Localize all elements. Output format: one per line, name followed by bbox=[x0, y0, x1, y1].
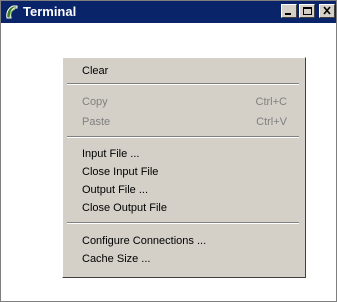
menu-item-label: Clear bbox=[82, 65, 109, 77]
terminal-window: Terminal Clear Copy Ctrl+C Paste Ctrl+V … bbox=[0, 0, 337, 302]
menu-item-label: Configure Connections ... bbox=[82, 235, 207, 247]
menu-item-label: Output File ... bbox=[82, 184, 149, 196]
menu-item-shortcut: Ctrl+C bbox=[255, 96, 287, 108]
maximize-icon bbox=[303, 7, 312, 15]
window-title: Terminal bbox=[23, 4, 77, 19]
maximize-button[interactable] bbox=[299, 4, 315, 18]
menu-item-paste[interactable]: Paste Ctrl+V bbox=[65, 113, 303, 131]
menu-item-cache-size[interactable]: Cache Size ... bbox=[65, 250, 303, 268]
menu-item-input-file[interactable]: Input File ... bbox=[65, 145, 303, 163]
menu-item-copy[interactable]: Copy Ctrl+C bbox=[65, 93, 303, 111]
menu-separator bbox=[67, 222, 299, 224]
menu-item-label: Close Output File bbox=[82, 202, 167, 214]
terminal-app-icon[interactable] bbox=[4, 4, 20, 20]
menu-item-label: Paste bbox=[82, 116, 111, 128]
menu-separator bbox=[67, 83, 299, 85]
menu-item-shortcut: Ctrl+V bbox=[256, 116, 287, 128]
close-button[interactable] bbox=[319, 4, 335, 18]
menu-item-label: Cache Size ... bbox=[82, 253, 151, 265]
menu-item-configure-connections[interactable]: Configure Connections ... bbox=[65, 232, 303, 250]
menu-item-clear[interactable]: Clear bbox=[65, 62, 303, 80]
minimize-icon bbox=[285, 13, 291, 15]
close-icon bbox=[323, 6, 331, 15]
menu-item-label: Copy bbox=[82, 96, 108, 108]
title-bar[interactable]: Terminal bbox=[1, 1, 336, 23]
menu-separator bbox=[67, 136, 299, 138]
menu-item-close-output-file[interactable]: Close Output File bbox=[65, 199, 303, 217]
context-menu: Clear Copy Ctrl+C Paste Ctrl+V Input Fil… bbox=[62, 57, 306, 278]
menu-item-close-input-file[interactable]: Close Input File bbox=[65, 163, 303, 181]
menu-item-label: Close Input File bbox=[82, 166, 159, 178]
minimize-button[interactable] bbox=[281, 4, 297, 18]
menu-item-label: Input File ... bbox=[82, 148, 140, 160]
menu-item-output-file[interactable]: Output File ... bbox=[65, 181, 303, 199]
